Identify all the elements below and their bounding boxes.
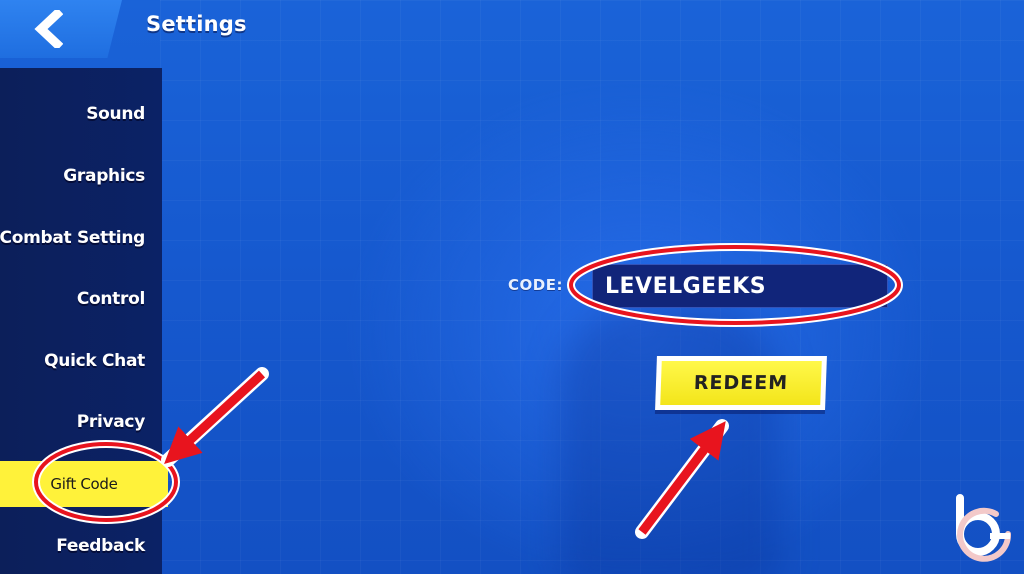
settings-sidebar: Sound Graphics Combat Setting Control Qu… xyxy=(0,68,168,574)
sidebar-item-control[interactable]: Control xyxy=(0,279,162,319)
sidebar-item-feedback[interactable]: Feedback xyxy=(0,526,162,566)
levelgeeks-logo-icon xyxy=(956,494,1012,562)
sidebar-item-quick-chat[interactable]: Quick Chat xyxy=(0,341,162,381)
sidebar-item-sound[interactable]: Sound xyxy=(0,94,162,134)
sidebar-item-combat-setting[interactable]: Combat Setting xyxy=(0,218,162,258)
gift-code-input[interactable] xyxy=(592,264,888,308)
sidebar-item-privacy[interactable]: Privacy xyxy=(0,402,162,442)
redeem-button-label: REDEEM xyxy=(660,361,822,405)
code-label: CODE: xyxy=(508,276,563,294)
character-silhouette xyxy=(560,300,780,574)
back-button[interactable] xyxy=(0,0,122,58)
sidebar-item-gift-code[interactable]: Gift Code xyxy=(0,461,168,507)
redeem-button[interactable]: REDEEM xyxy=(655,356,827,410)
sidebar-item-graphics[interactable]: Graphics xyxy=(0,156,162,196)
chevron-left-icon xyxy=(34,10,63,48)
page-title: Settings xyxy=(146,12,247,36)
